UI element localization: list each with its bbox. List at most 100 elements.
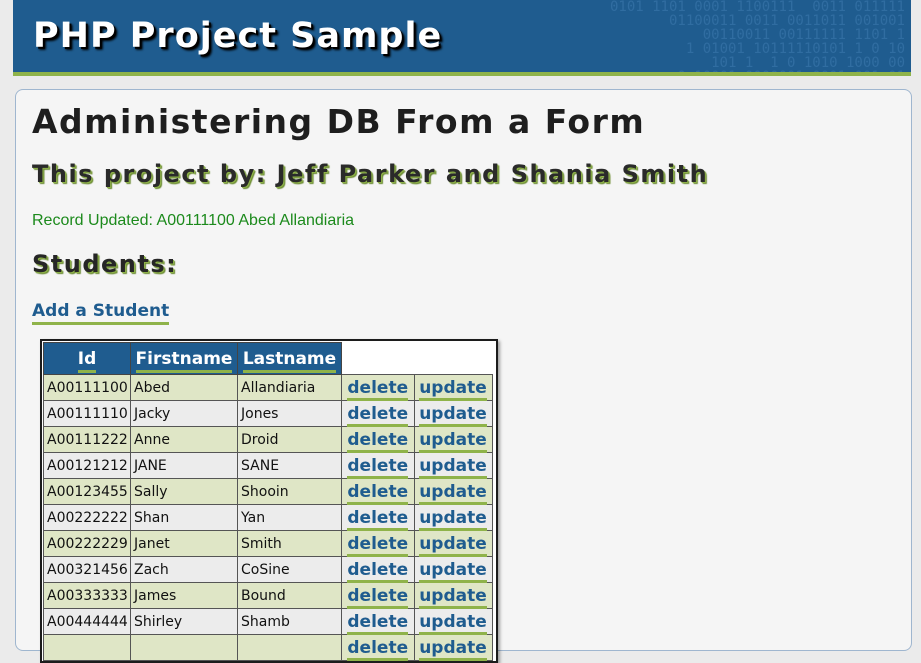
student-id-cell: A00333333 [43,582,131,609]
delete-cell: delete [341,530,415,557]
student-lastname-cell: Shooin [237,478,342,505]
student-id-cell: A00111110 [43,400,131,427]
delete-link[interactable]: delete [347,455,409,479]
student-lastname-cell: Yan [237,504,342,531]
delete-cell: delete [341,634,415,661]
update-cell: update [413,452,493,479]
site-header: 0101 1101 0001 1100111 0011 011111 01100… [13,0,911,76]
delete-cell: delete [341,608,415,635]
table-row: A00111110 Jacky Jones delete update [43,400,493,427]
student-firstname-cell: JANE [130,452,238,479]
student-firstname-cell: Sally [130,478,238,505]
update-cell: update [413,478,493,505]
delete-cell: delete [341,374,415,401]
student-id-cell: A00222229 [43,530,131,557]
table-row: A00222222 Shan Yan delete update [43,504,493,531]
student-firstname-cell [130,634,238,661]
student-firstname-cell: Zach [130,556,238,583]
add-student-link[interactable]: Add a Student [32,300,170,325]
delete-link[interactable]: delete [347,481,409,505]
student-lastname-cell: Smith [237,530,342,557]
column-header-update [414,342,492,375]
update-link[interactable]: update [419,611,487,635]
student-lastname-cell: Jones [237,400,342,427]
page-title: Administering DB From a Form [32,102,646,141]
table-header-row: Id Firstname Lastname [43,342,492,375]
update-link[interactable]: update [419,533,487,557]
update-link[interactable]: update [419,585,487,609]
update-cell: update [413,400,493,427]
table-row: A00111100 Abed Allandiaria delete update [43,374,493,401]
table-row: A00333333 James Bound delete update [43,582,493,609]
delete-link[interactable]: delete [347,637,409,661]
student-lastname-cell [237,634,342,661]
column-header-lastname[interactable]: Lastname [237,342,342,375]
delete-cell: delete [341,582,415,609]
student-lastname-cell: Droid [237,426,342,453]
delete-cell: delete [341,504,415,531]
delete-cell: delete [341,400,415,427]
student-id-cell [43,634,131,661]
student-lastname-cell: Bound [237,582,342,609]
delete-link[interactable]: delete [347,611,409,635]
table-row: A00444444 Shirley Shamb delete update [43,608,493,635]
student-lastname-cell: Allandiaria [237,374,342,401]
update-link[interactable]: update [419,377,487,401]
delete-cell: delete [341,452,415,479]
update-cell: update [413,556,493,583]
update-cell: update [413,582,493,609]
update-link[interactable]: update [419,429,487,453]
student-id-cell: A00111222 [43,426,131,453]
student-lastname-cell: Shamb [237,608,342,635]
student-firstname-cell: James [130,582,238,609]
table-row: A00321456 Zach CoSine delete update [43,556,493,583]
table-row: A00111222 Anne Droid delete update [43,426,493,453]
student-firstname-cell: Shan [130,504,238,531]
student-id-cell: A00111100 [43,374,131,401]
main-content: Administering DB From a Form This projec… [15,89,912,663]
update-cell: update [413,374,493,401]
delete-link[interactable]: delete [347,507,409,531]
student-id-cell: A00444444 [43,608,131,635]
update-cell: update [413,530,493,557]
update-link[interactable]: update [419,559,487,583]
table-row: A00121212 JANE SANE delete update [43,452,493,479]
delete-link[interactable]: delete [347,585,409,609]
update-link[interactable]: update [419,403,487,427]
student-firstname-cell: Jacky [130,400,238,427]
student-firstname-cell: Abed [130,374,238,401]
update-link[interactable]: update [419,455,487,479]
student-id-cell: A00123455 [43,478,131,505]
student-lastname-cell: CoSine [237,556,342,583]
update-cell: update [413,608,493,635]
column-header-delete [341,342,414,375]
delete-link[interactable]: delete [347,377,409,401]
column-header-id[interactable]: Id [43,342,131,375]
students-table: Id Firstname Lastname A00111100 Abed Allan… [43,342,493,661]
update-link[interactable]: update [419,507,487,531]
delete-cell: delete [341,556,415,583]
student-firstname-cell: Anne [130,426,238,453]
update-cell: update [413,634,493,661]
student-firstname-cell: Janet [130,530,238,557]
binary-background-decoration: 0101 1101 0001 1100111 0011 011111 01100… [609,0,905,72]
update-link[interactable]: update [419,637,487,661]
student-id-cell: A00121212 [43,452,131,479]
student-id-cell: A00321456 [43,556,131,583]
delete-link[interactable]: delete [347,429,409,453]
delete-link[interactable]: delete [347,559,409,583]
delete-link[interactable]: delete [347,533,409,557]
students-heading: Students: [32,250,178,278]
column-header-firstname[interactable]: Firstname [130,342,238,375]
students-table-container: Id Firstname Lastname A00111100 Abed Allan… [40,339,498,663]
status-message: Record Updated: A00111100 Abed Allandiar… [32,212,355,229]
delete-cell: delete [341,426,415,453]
update-cell: update [413,426,493,453]
delete-link[interactable]: delete [347,403,409,427]
update-link[interactable]: update [419,481,487,505]
student-firstname-cell: Shirley [130,608,238,635]
student-lastname-cell: SANE [237,452,342,479]
table-row: delete update [43,634,493,661]
delete-cell: delete [341,478,415,505]
table-row: A00123455 Sally Shooin delete update [43,478,493,505]
